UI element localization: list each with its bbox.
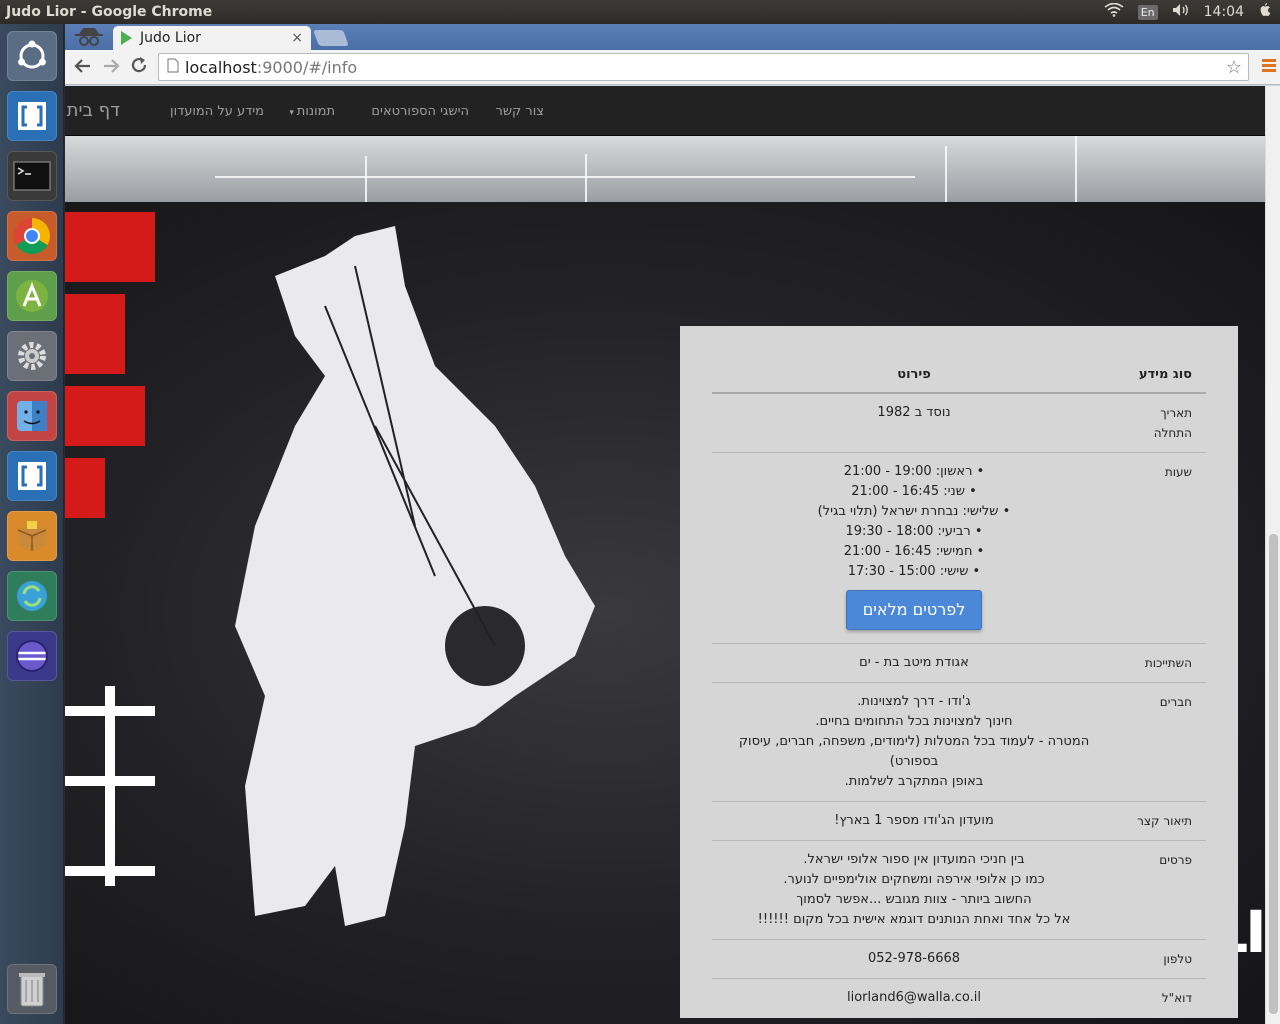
nav-contact-link[interactable]: צור קשר [496, 104, 545, 119]
table-row: חברים ג'ודו - דרך למצוינות. חינוך למצוינ… [712, 682, 1206, 802]
members-line: חינוך למצוינות בכל התחומים בחיים. [815, 714, 1013, 729]
site-navbar: דף בית מידע על המועדון תמונות ▾ הישגי הס… [65, 86, 1265, 136]
brackets-icon[interactable] [7, 91, 57, 141]
row-value-members: ג'ודו - דרך למצוינות. חינוך למצוינות בכל… [712, 682, 1116, 802]
club-info-table: סוג מידע פירוט תאריך התחלה נוסד ב 1982 ש… [712, 358, 1206, 1017]
row-value-prizes: בין חניכי המועדון אין ספור אלופי ישראל. … [712, 840, 1116, 940]
apple-power-icon[interactable] [1258, 2, 1272, 22]
row-value-short: מועדון הג'ודו מספר 1 בארץ! [712, 801, 1116, 841]
keyboard-layout-indicator[interactable]: En [1137, 4, 1158, 20]
table-row: דוא"ל liorland6@walla.co.il [712, 978, 1206, 1017]
row-key-hours: שעות [1116, 452, 1206, 644]
settings-icon[interactable] [7, 331, 57, 381]
nav-club-info-link[interactable]: מידע על המועדון [170, 104, 264, 119]
table-row: פרסים בין חניכי המועדון אין ספור אלופי י… [712, 840, 1206, 940]
row-value-affiliation: אגודת מיטב בת - ים [712, 643, 1116, 683]
club-info-card: סוג מידע פירוט תאריך התחלה נוסד ב 1982 ש… [680, 326, 1238, 1018]
incognito-icon [73, 26, 105, 48]
browser-toolbar: localhost:9000/#/info ☆ [65, 50, 1280, 85]
page-icon [167, 58, 179, 77]
tab-title: Judo Lior [140, 30, 201, 46]
tab-strip: Judo Lior × [65, 24, 1280, 50]
table-row: שעות ראשון: 19:00 - 21:00 שני: 16:45 - 2… [712, 452, 1206, 644]
full-details-button[interactable]: לפרטים מלאים [845, 590, 983, 630]
window-title: Judo Lior - Google Chrome [6, 4, 213, 20]
row-key-prizes: פרסים [1116, 840, 1206, 940]
ubuntu-dash-icon[interactable] [7, 31, 57, 81]
row-key-email: דוא"ל [1116, 978, 1206, 1017]
row-value-email: liorland6@walla.co.il [712, 978, 1116, 1017]
close-tab-icon[interactable]: × [291, 30, 303, 46]
hours-list: ראשון: 19:00 - 21:00 שני: 16:45 - 21:00 … [726, 462, 1102, 582]
judo-red-lettering [65, 212, 155, 542]
chrome-menu-icon[interactable] [1262, 59, 1276, 74]
hours-item: חמישי: 16:45 - 21:00 [726, 542, 1102, 562]
members-line: המטרה - לעמוד בכל המטלות (לימודים, משפחה… [738, 734, 1090, 769]
finder-icon[interactable] [7, 391, 57, 441]
header-info-type: סוג מידע [1116, 358, 1206, 394]
row-value-phone: 052-978-6668 [712, 939, 1116, 979]
row-key-affiliation: השתייכות [1116, 643, 1206, 683]
scrollbar-thumb[interactable] [1269, 534, 1278, 1014]
nav-home-link[interactable]: דף בית [67, 100, 120, 121]
row-key-start: תאריך התחלה [1116, 392, 1206, 453]
address-bar[interactable]: localhost:9000/#/info ☆ [158, 53, 1249, 81]
system-top-bar: Judo Lior - Google Chrome En 14:04 [0, 0, 1280, 24]
chrome-icon[interactable] [7, 211, 57, 261]
header-details: פירוט [712, 358, 1116, 394]
hours-item: שני: 16:45 - 21:00 [726, 482, 1102, 502]
row-value-hours: ראשון: 19:00 - 21:00 שני: 16:45 - 21:00 … [712, 452, 1116, 644]
table-row: תאריך התחלה נוסד ב 1982 [712, 392, 1206, 453]
page-scrollbar[interactable] [1265, 86, 1280, 1024]
hours-item: שישי: 15:00 - 17:30 [726, 562, 1102, 582]
nav-photos-dropdown[interactable]: תמונות ▾ [289, 104, 335, 119]
gym-photo-strip [65, 136, 1265, 202]
tab-judo-lior[interactable]: Judo Lior × [113, 26, 311, 50]
favicon-play-icon [121, 31, 132, 45]
row-key-phone: טלפון [1116, 939, 1206, 979]
table-row: תיאור קצר מועדון הג'ודו מספר 1 בארץ! [712, 801, 1206, 841]
url-host: localhost [185, 57, 257, 77]
back-arrow-icon[interactable] [69, 55, 97, 79]
table-header-row: סוג מידע פירוט [712, 358, 1206, 394]
launcher [0, 24, 64, 1024]
sync-icon[interactable] [7, 571, 57, 621]
terminal-icon[interactable] [7, 151, 57, 201]
brackets-icon[interactable] [7, 451, 57, 501]
prizes-line: אל כל אחד ואחת הנותנים דוגמא אישית בכל מ… [757, 912, 1071, 927]
prizes-line: כמו כן אלופי אירפה ומשחקים אולימפיים לנו… [783, 872, 1045, 887]
reload-icon[interactable] [125, 55, 153, 79]
bookmark-star-icon[interactable]: ☆ [1226, 57, 1242, 78]
volume-icon[interactable] [1172, 3, 1190, 21]
kanji-white-glyph [65, 686, 155, 886]
table-row: השתייכות אגודת מיטב בת - ים [712, 643, 1206, 683]
page-viewport: BLI דף בית מידע על המועדון תמונות ▾ הישג… [65, 86, 1265, 1024]
android-studio-icon[interactable] [7, 271, 57, 321]
prizes-line: בין חניכי המועדון אין ספור אלופי ישראל. [803, 852, 1025, 867]
url-path: :9000/#/info [256, 57, 358, 77]
row-key-members: חברים [1116, 682, 1206, 802]
hours-item: רביעי: 18:00 - 19:30 [726, 522, 1102, 542]
hours-item: ראשון: 19:00 - 21:00 [726, 462, 1102, 482]
package-icon[interactable] [7, 511, 57, 561]
trash-icon[interactable] [7, 964, 57, 1014]
forward-arrow-icon[interactable] [97, 55, 125, 79]
row-key-short: תיאור קצר [1116, 801, 1206, 841]
row-value-start: נוסד ב 1982 [712, 392, 1116, 453]
members-line: ג'ודו - דרך למצוינות. [857, 694, 971, 709]
caret-down-icon: ▾ [289, 108, 297, 118]
nav-photos-label: תמונות [296, 104, 335, 119]
members-line: באופן המתקרב לשלמות. [844, 774, 984, 789]
wifi-icon[interactable] [1104, 2, 1124, 21]
prizes-line: החשוב ביותר - צוות מגובש ...אפשר לסמוך [796, 892, 1032, 907]
new-tab-button[interactable] [313, 30, 349, 46]
eclipse-icon[interactable] [7, 631, 57, 681]
nav-achievements-link[interactable]: הישגי הספורטאים [371, 104, 469, 119]
hours-item: שלישי: נבחרת ישראל (תלוי בגיל) [726, 502, 1102, 522]
judoka-silhouette [235, 226, 595, 926]
browser-window: Judo Lior × localhost:9000/#/info ☆ דף … [65, 24, 1280, 1024]
clock[interactable]: 14:04 [1204, 4, 1244, 20]
table-row: טלפון 052-978-6668 [712, 939, 1206, 979]
